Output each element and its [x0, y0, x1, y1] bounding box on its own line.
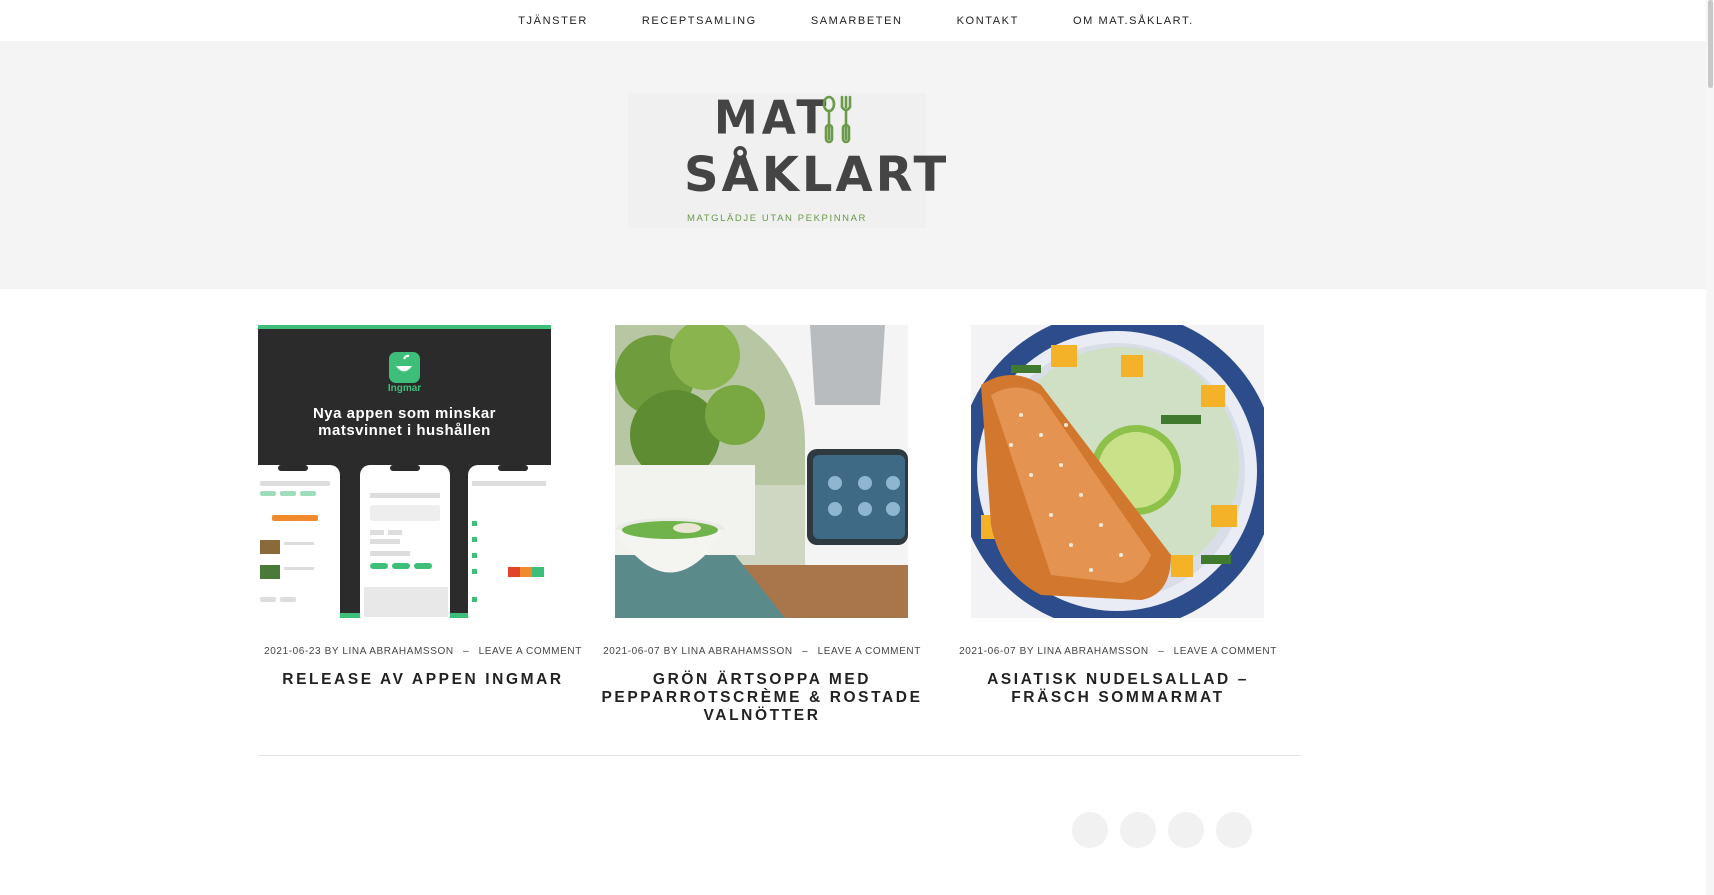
- logo-tagline: MATGLÄDJE UTAN PEKPINNAR: [686, 213, 868, 224]
- site-header: MAT SÅKLART MATGLÄDJE UTAN PEKPINNAR: [0, 41, 1714, 289]
- nav-menu: TJÄNSTER RECEPTSAMLING SAMARBETEN KONTAK…: [491, 15, 1221, 27]
- ingmar-app-name: Ingmar: [387, 383, 422, 394]
- post-by: BY: [1019, 646, 1034, 657]
- post-by: BY: [324, 646, 339, 657]
- post-author[interactable]: LINA ABRAHAMSSON: [681, 646, 792, 657]
- post-title[interactable]: ASIATISK NUDELSALLAD – FRÄSCH SOMMARMAT: [953, 671, 1283, 707]
- meta-separator: –: [1158, 646, 1165, 657]
- post-date: 2021-06-23: [264, 646, 322, 657]
- scrollbar-thumb[interactable]: [1708, 0, 1713, 88]
- cutlery-icon: [822, 95, 852, 144]
- leave-comment-link[interactable]: LEAVE A COMMENT: [479, 646, 582, 657]
- ingmar-promo-image: [258, 325, 551, 618]
- post-title[interactable]: RELEASE AV APPEN INGMAR: [258, 671, 588, 689]
- nav-item-kontakt[interactable]: KONTAKT: [930, 15, 1046, 27]
- post-author[interactable]: LINA ABRAHAMSSON: [1037, 646, 1148, 657]
- post-card: 2021-06-07 BY LINA ABRAHAMSSON – LEAVE A…: [597, 325, 927, 725]
- post-author[interactable]: LINA ABRAHAMSSON: [342, 646, 453, 657]
- scrollbar[interactable]: [1706, 0, 1714, 895]
- post-card: Ingmar Nya appen som minskar matsvinnet …: [258, 325, 588, 689]
- site-logo[interactable]: MAT SÅKLART MATGLÄDJE UTAN PEKPINNAR: [628, 91, 946, 228]
- leave-comment-link[interactable]: LEAVE A COMMENT: [1174, 646, 1277, 657]
- logo-text-mat: MAT: [714, 91, 831, 146]
- post-thumbnail[interactable]: Ingmar Nya appen som minskar matsvinnet …: [258, 325, 551, 618]
- pea-soup-image: [615, 325, 908, 618]
- social-icon[interactable]: [1168, 812, 1204, 848]
- post-card: 2021-06-07 BY LINA ABRAHAMSSON – LEAVE A…: [953, 325, 1283, 707]
- leave-comment-link[interactable]: LEAVE A COMMENT: [818, 646, 921, 657]
- post-date: 2021-06-07: [603, 646, 661, 657]
- post-meta: 2021-06-07 BY LINA ABRAHAMSSON – LEAVE A…: [597, 646, 927, 657]
- post-thumbnail[interactable]: [615, 325, 908, 618]
- ingmar-headline-2: matsvinnet i hushållen: [318, 422, 491, 439]
- post-by: BY: [663, 646, 678, 657]
- nav-item-tjanster[interactable]: TJÄNSTER: [491, 15, 615, 27]
- meta-separator: –: [802, 646, 809, 657]
- meta-separator: –: [463, 646, 470, 657]
- nav-item-samarbeten[interactable]: SAMARBETEN: [784, 15, 930, 27]
- noodle-salad-image: [971, 325, 1264, 618]
- nav-item-receptsamling[interactable]: RECEPTSAMLING: [615, 15, 784, 27]
- nav-item-om[interactable]: OM MAT.SÅKLART.: [1046, 15, 1221, 27]
- social-links: [1072, 812, 1252, 848]
- ingmar-headline-1: Nya appen som minskar: [312, 405, 497, 422]
- social-icon[interactable]: [1120, 812, 1156, 848]
- social-icon[interactable]: [1216, 812, 1252, 848]
- logo-text-saklart: SÅKLART: [684, 147, 950, 203]
- post-title[interactable]: GRÖN ÄRTSOPPA MED PEPPARROTSCRÈME & ROST…: [597, 671, 927, 725]
- top-navigation: TJÄNSTER RECEPTSAMLING SAMARBETEN KONTAK…: [0, 0, 1714, 41]
- content-divider: [258, 755, 1301, 756]
- social-icon[interactable]: [1072, 812, 1108, 848]
- post-thumbnail[interactable]: [971, 325, 1264, 618]
- post-meta: 2021-06-07 BY LINA ABRAHAMSSON – LEAVE A…: [953, 646, 1283, 657]
- post-meta: 2021-06-23 BY LINA ABRAHAMSSON – LEAVE A…: [258, 646, 588, 657]
- post-date: 2021-06-07: [959, 646, 1017, 657]
